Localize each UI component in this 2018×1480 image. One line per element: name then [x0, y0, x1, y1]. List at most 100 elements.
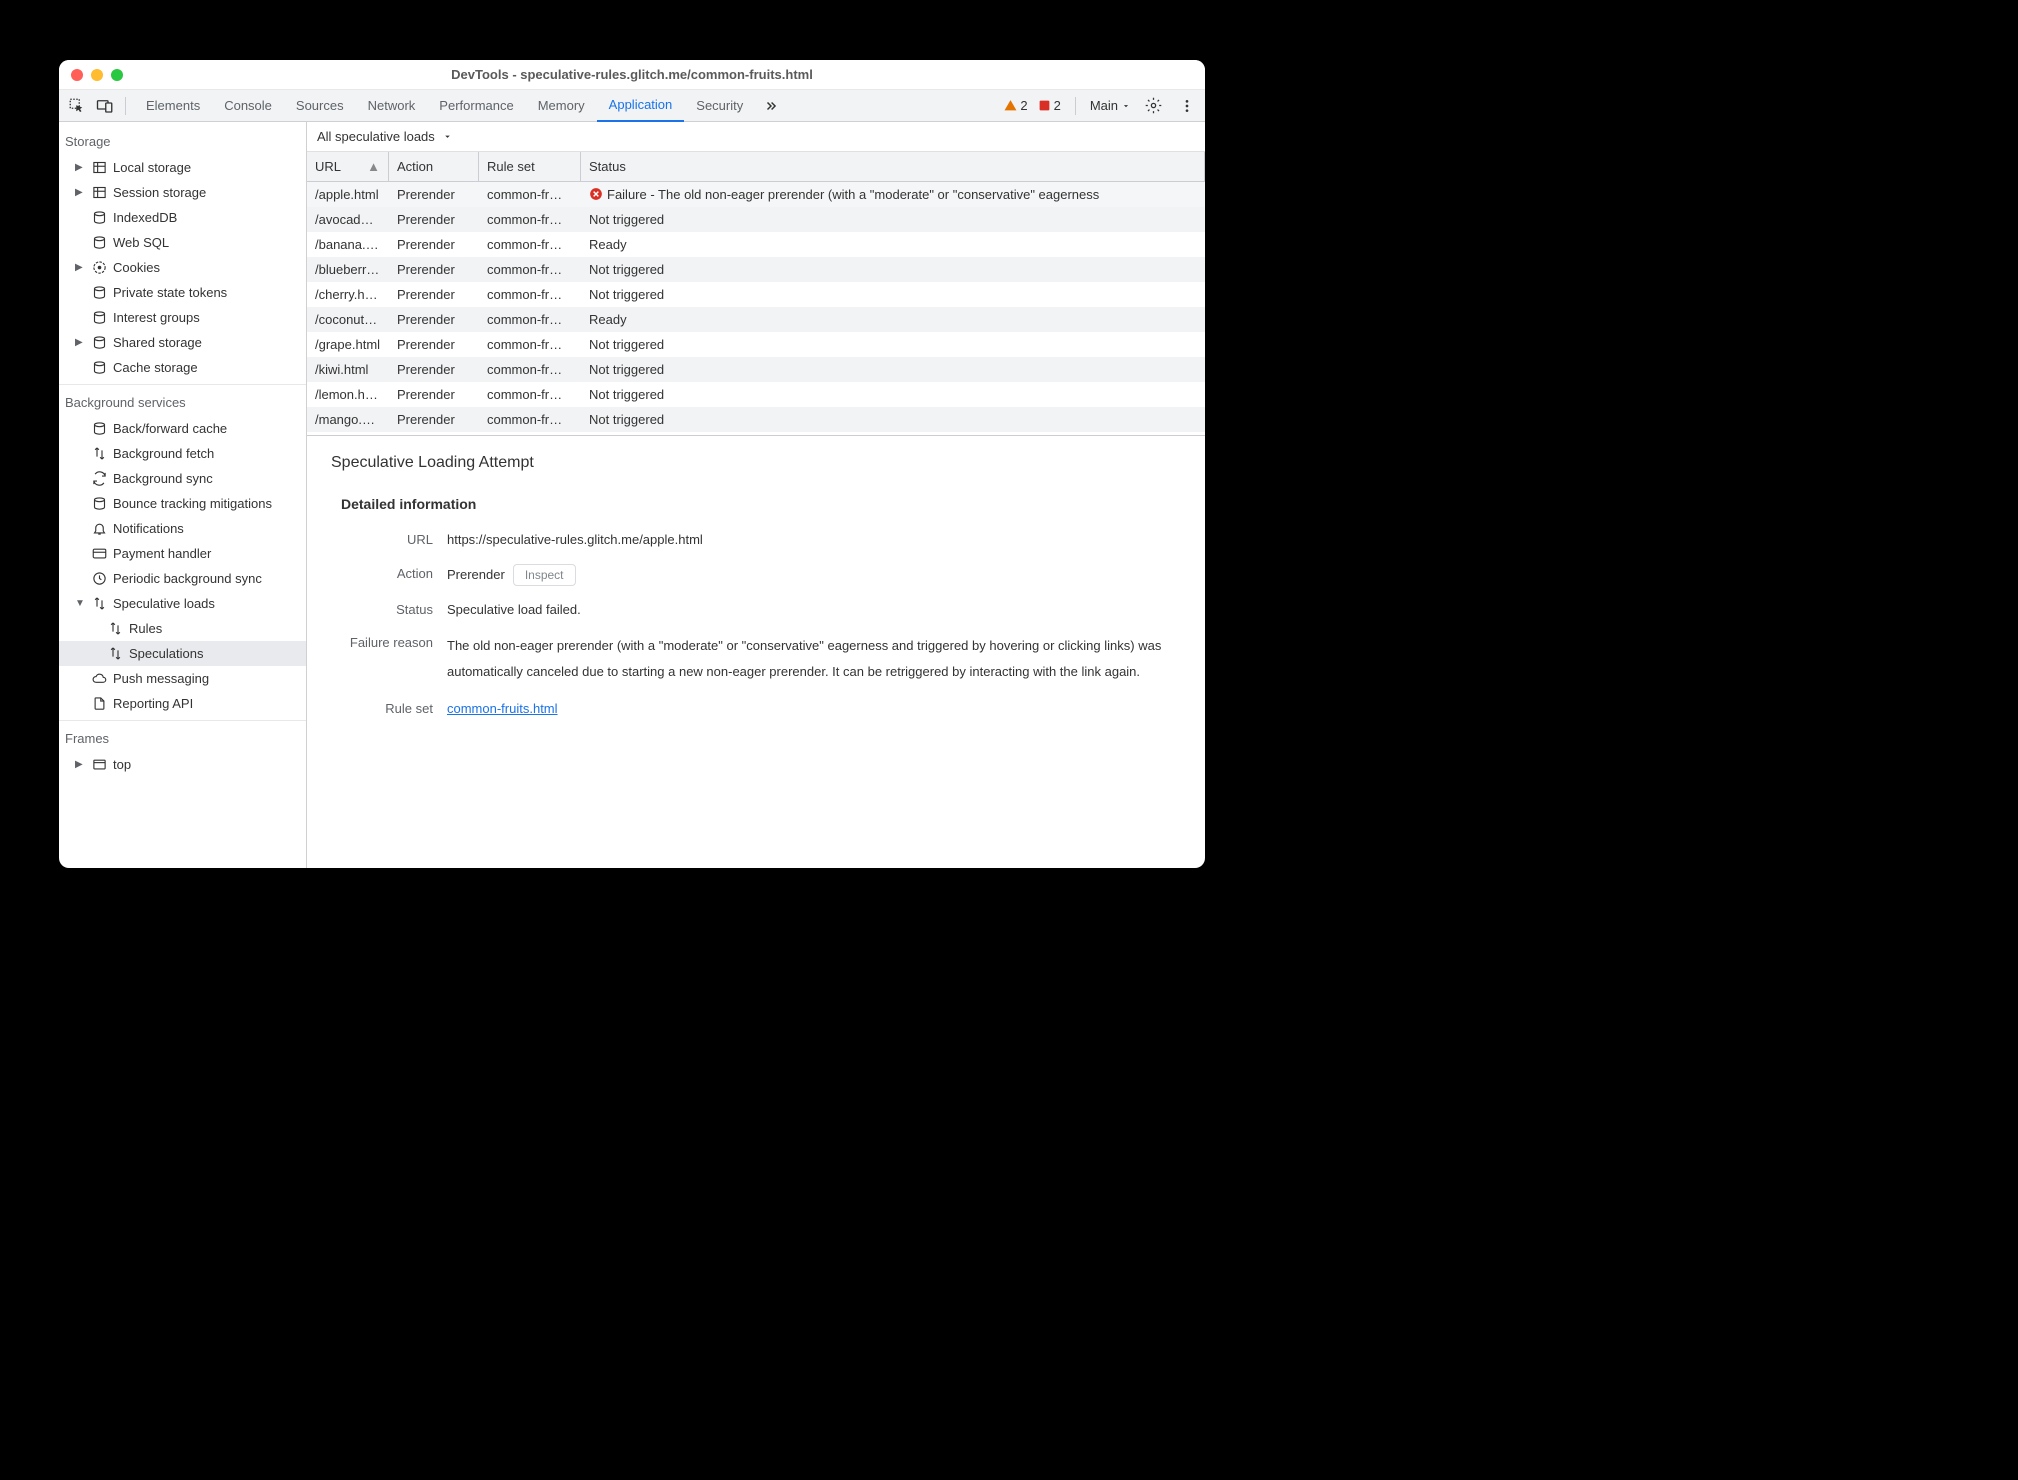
arrows-icon: [107, 621, 123, 637]
maximize-window-button[interactable]: [111, 69, 123, 81]
cloud-icon: [91, 671, 107, 687]
ruleset-link[interactable]: common-fruits.html: [447, 701, 558, 716]
sort-icon: ▲: [367, 159, 380, 174]
titlebar: DevTools - speculative-rules.glitch.me/c…: [59, 60, 1205, 90]
table-icon: [91, 160, 107, 176]
sidebar-item-web-sql[interactable]: Web SQL: [59, 230, 306, 255]
col-action[interactable]: Action: [389, 152, 479, 181]
tab-elements[interactable]: Elements: [134, 90, 212, 122]
device-toggle-icon[interactable]: [93, 94, 117, 118]
settings-icon[interactable]: [1141, 94, 1165, 118]
cookie-icon: [91, 260, 107, 276]
sidebar-item-speculative-loads[interactable]: ▼Speculative loads: [59, 591, 306, 616]
card-icon: [91, 546, 107, 562]
window-title: DevTools - speculative-rules.glitch.me/c…: [59, 67, 1205, 82]
table-row[interactable]: /lemon.h…Prerendercommon-fr…Not triggere…: [307, 382, 1205, 407]
more-tabs-icon[interactable]: [759, 94, 783, 118]
arrows-icon: [91, 596, 107, 612]
inspect-element-icon[interactable]: [65, 94, 89, 118]
sidebar-item-reporting-api[interactable]: Reporting API: [59, 691, 306, 716]
sidebar-item-rules[interactable]: Rules: [59, 616, 306, 641]
sidebar-item-indexeddb[interactable]: IndexedDB: [59, 205, 306, 230]
db-icon: [91, 496, 107, 512]
detail-status-label: Status: [331, 600, 447, 620]
sidebar-item-session-storage[interactable]: ▶Session storage: [59, 180, 306, 205]
minimize-window-button[interactable]: [91, 69, 103, 81]
clock-icon: [91, 571, 107, 587]
sidebar-item-payment-handler[interactable]: Payment handler: [59, 541, 306, 566]
detail-section: Detailed information: [331, 496, 1181, 512]
close-window-button[interactable]: [71, 69, 83, 81]
devtools-toolbar: ElementsConsoleSourcesNetworkPerformance…: [59, 90, 1205, 122]
sidebar-item-cookies[interactable]: ▶Cookies: [59, 255, 306, 280]
table-row[interactable]: /avocad…Prerendercommon-fr…Not triggered: [307, 207, 1205, 232]
errors-badge[interactable]: 2: [1038, 98, 1061, 113]
tab-security[interactable]: Security: [684, 90, 755, 122]
table-row[interactable]: /coconut…Prerendercommon-fr…Ready: [307, 307, 1205, 332]
detail-title: Speculative Loading Attempt: [331, 454, 1181, 472]
table-icon: [91, 185, 107, 201]
table-row[interactable]: /kiwi.htmlPrerendercommon-fr…Not trigger…: [307, 357, 1205, 382]
db-icon: [91, 421, 107, 437]
chevron-down-icon: [442, 131, 453, 142]
table-row[interactable]: /mango.…Prerendercommon-fr…Not triggered: [307, 407, 1205, 432]
tab-console[interactable]: Console: [212, 90, 284, 122]
db-icon: [91, 210, 107, 226]
sidebar-item-interest-groups[interactable]: Interest groups: [59, 305, 306, 330]
table-row[interactable]: /banana.…Prerendercommon-fr…Ready: [307, 232, 1205, 257]
col-ruleset[interactable]: Rule set: [479, 152, 581, 181]
arrows-icon: [91, 446, 107, 462]
table-row[interactable]: /cherry.h…Prerendercommon-fr…Not trigger…: [307, 282, 1205, 307]
table-header: URL▲ Action Rule set Status: [307, 152, 1205, 182]
tab-network[interactable]: Network: [356, 90, 428, 122]
section-background: Background services: [59, 389, 306, 416]
detail-ruleset-label: Rule set: [331, 699, 447, 719]
arrows-icon: [107, 646, 123, 662]
sidebar-item-private-state-tokens[interactable]: Private state tokens: [59, 280, 306, 305]
sidebar-item-bounce-tracking-mitigations[interactable]: Bounce tracking mitigations: [59, 491, 306, 516]
tab-memory[interactable]: Memory: [526, 90, 597, 122]
target-dropdown[interactable]: Main: [1090, 98, 1131, 113]
speculations-table: /apple.htmlPrerendercommon-fr…Failure - …: [307, 182, 1205, 435]
detail-url: https://speculative-rules.glitch.me/appl…: [447, 530, 1181, 550]
section-storage: Storage: [59, 128, 306, 155]
col-url[interactable]: URL▲: [307, 152, 389, 181]
tab-application[interactable]: Application: [597, 90, 685, 122]
table-row[interactable]: /apple.htmlPrerendercommon-fr…Failure - …: [307, 182, 1205, 207]
detail-status: Speculative load failed.: [447, 600, 1181, 620]
sidebar-item-shared-storage[interactable]: ▶Shared storage: [59, 330, 306, 355]
bell-icon: [91, 521, 107, 537]
application-sidebar: Storage▶Local storage▶Session storageInd…: [59, 122, 307, 868]
db-icon: [91, 310, 107, 326]
window-icon: [91, 757, 107, 773]
table-row[interactable]: /blueberr…Prerendercommon-fr…Not trigger…: [307, 257, 1205, 282]
db-icon: [91, 235, 107, 251]
sidebar-item-background-fetch[interactable]: Background fetch: [59, 441, 306, 466]
detail-url-label: URL: [331, 530, 447, 550]
sidebar-item-notifications[interactable]: Notifications: [59, 516, 306, 541]
sidebar-item-top[interactable]: ▶top: [59, 752, 306, 777]
more-menu-icon[interactable]: [1175, 94, 1199, 118]
tab-performance[interactable]: Performance: [427, 90, 525, 122]
section-frames: Frames: [59, 725, 306, 752]
inspect-button[interactable]: Inspect: [513, 564, 576, 586]
filter-dropdown[interactable]: All speculative loads: [307, 122, 1205, 152]
sidebar-item-push-messaging[interactable]: Push messaging: [59, 666, 306, 691]
sidebar-item-back-forward-cache[interactable]: Back/forward cache: [59, 416, 306, 441]
db-icon: [91, 285, 107, 301]
tab-sources[interactable]: Sources: [284, 90, 356, 122]
detail-action: Prerender: [447, 567, 505, 582]
sidebar-item-periodic-background-sync[interactable]: Periodic background sync: [59, 566, 306, 591]
sidebar-item-local-storage[interactable]: ▶Local storage: [59, 155, 306, 180]
doc-icon: [91, 696, 107, 712]
sidebar-item-speculations[interactable]: Speculations: [59, 641, 306, 666]
sidebar-item-background-sync[interactable]: Background sync: [59, 466, 306, 491]
sidebar-item-cache-storage[interactable]: Cache storage: [59, 355, 306, 380]
detail-action-label: Action: [331, 564, 447, 586]
col-status[interactable]: Status: [581, 152, 1205, 181]
db-icon: [91, 335, 107, 351]
warnings-badge[interactable]: 2: [1004, 98, 1027, 113]
detail-reason: The old non-eager prerender (with a "mod…: [447, 633, 1181, 685]
table-row[interactable]: /grape.htmlPrerendercommon-fr…Not trigge…: [307, 332, 1205, 357]
detail-reason-label: Failure reason: [331, 633, 447, 685]
